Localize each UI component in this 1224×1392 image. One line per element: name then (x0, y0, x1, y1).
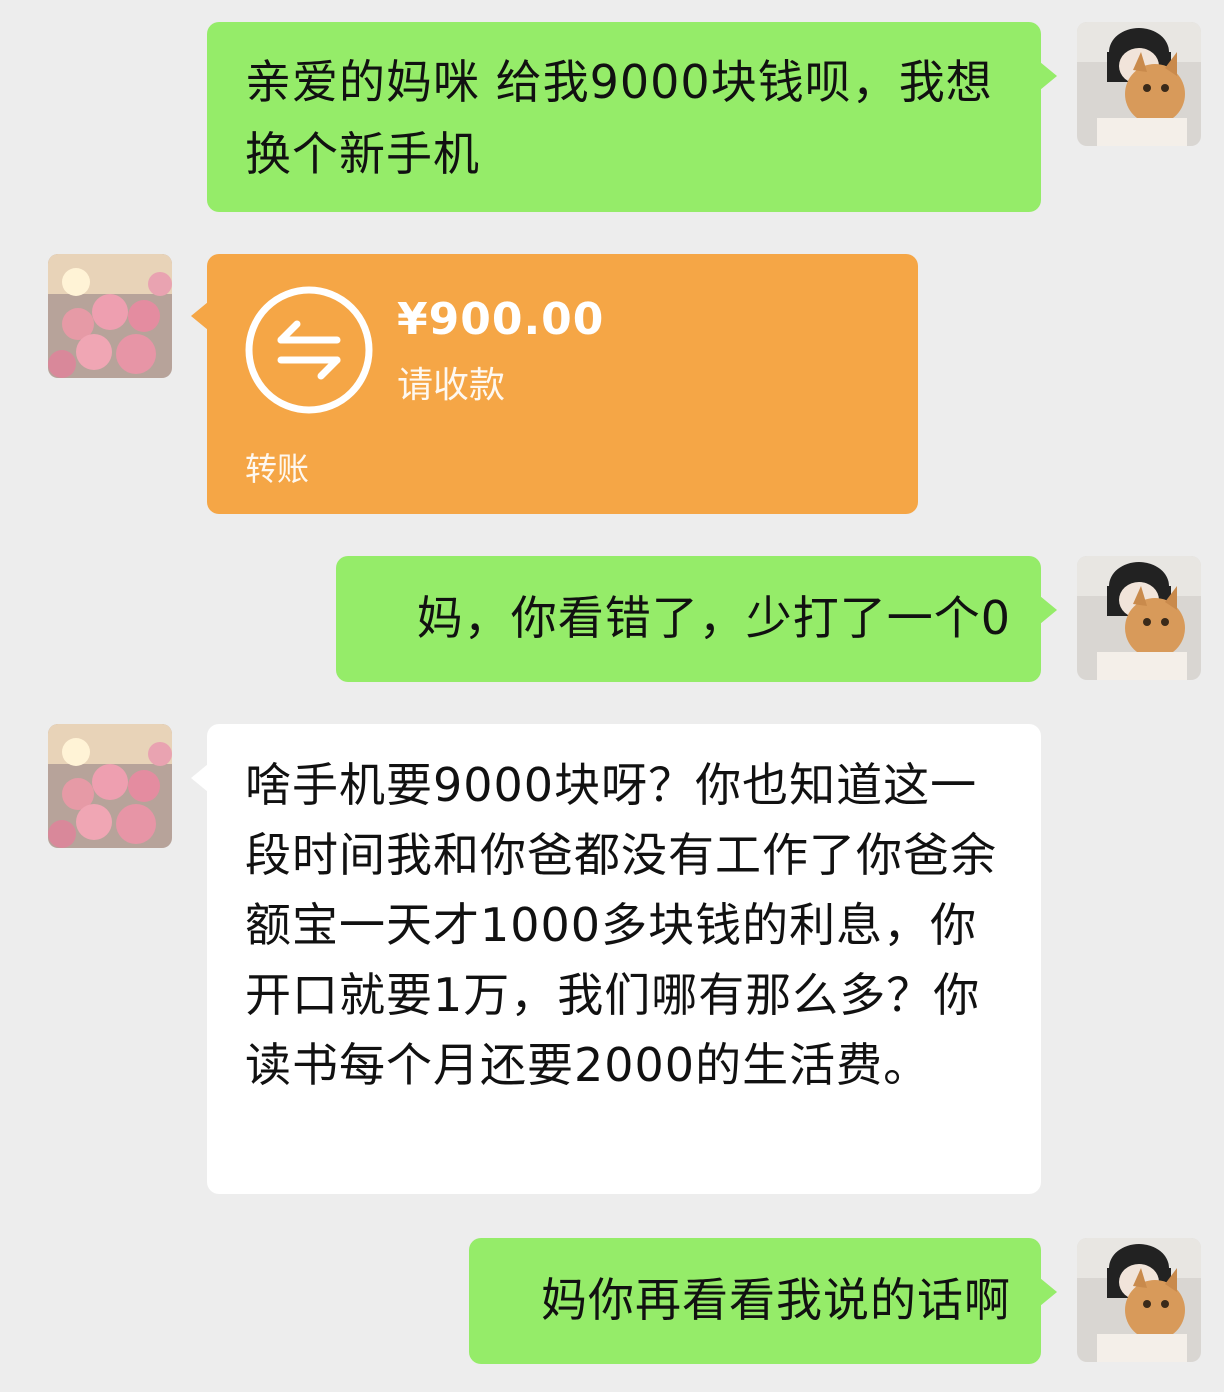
avatar-mom[interactable] (48, 724, 172, 848)
transfer-arrows-icon (245, 286, 373, 414)
girl-with-cat-avatar-icon (1077, 556, 1201, 680)
avatar-self[interactable] (1077, 556, 1201, 680)
avatar-mom[interactable] (48, 254, 172, 378)
transfer-label: 转账 (245, 450, 310, 488)
avatar-self[interactable] (1077, 1238, 1201, 1362)
pink-roses-avatar-icon (48, 254, 172, 378)
transfer-card[interactable]: ¥900.00 请收款 转账 (191, 254, 918, 514)
transfer-amount: ¥900.00 (397, 294, 605, 345)
girl-with-cat-avatar-icon (1077, 22, 1201, 146)
avatar-self[interactable] (1077, 22, 1201, 146)
message-bubble-sent[interactable]: 妈，你看错了，少打了一个0 (336, 556, 1057, 682)
message-text: 啥手机要9000块呀？你也知道这一段时间我和你爸都没有工作了你爸余额宝一天才10… (245, 758, 997, 1092)
girl-with-cat-avatar-icon (1077, 1238, 1201, 1362)
message-text: 妈你再看看我说的话啊 (541, 1273, 1011, 1327)
pink-roses-avatar-icon (48, 724, 172, 848)
message-bubble-sent[interactable]: 妈你再看看我说的话啊 (469, 1238, 1057, 1364)
message-text: 妈，你看错了，少打了一个0 (416, 591, 1011, 645)
message-bubble-sent[interactable]: 亲爱的妈咪 给我9000块钱呗，我想换个新手机 (207, 22, 1057, 212)
transfer-status: 请收款 (397, 365, 506, 406)
message-text: 亲爱的妈咪 给我9000块钱呗，我想换个新手机 (245, 55, 993, 181)
message-bubble-received[interactable]: 啥手机要9000块呀？你也知道这一段时间我和你爸都没有工作了你爸余额宝一天才10… (191, 724, 1041, 1194)
